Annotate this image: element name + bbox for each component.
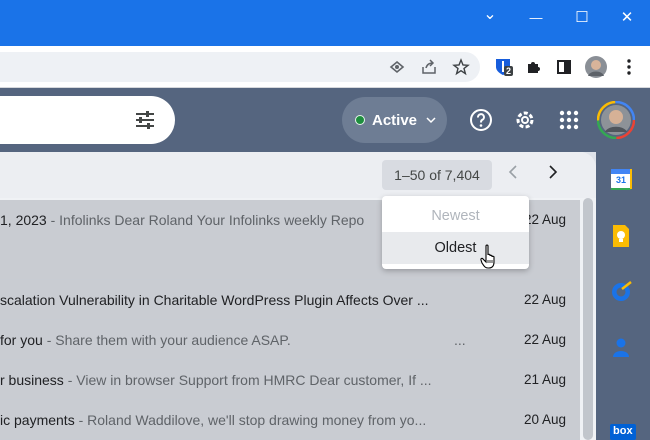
email-snippet: - Roland Waddilove, we'll stop drawing m… [74, 412, 427, 428]
share-icon[interactable] [418, 56, 440, 78]
email-date: 22 Aug [523, 332, 566, 347]
email-row[interactable]: r business - View in browser Support fro… [0, 360, 580, 400]
email-date: 20 Aug [523, 412, 566, 427]
browser-tab-strip [0, 6, 200, 46]
email-subject: 1, 2023 [0, 212, 47, 228]
more-menu-icon[interactable] [618, 56, 640, 78]
bitwarden-extension-icon[interactable]: 2 [492, 56, 514, 78]
close-window-button[interactable]: ✕ [604, 0, 650, 34]
profile-avatar[interactable] [585, 56, 607, 78]
side-panel: 31 box [596, 152, 650, 440]
gmail-header: Active [0, 88, 650, 152]
email-row[interactable]: for you - Share them with your audience … [0, 320, 580, 360]
older-page-button[interactable] [548, 165, 558, 182]
calendar-icon[interactable]: 31 [610, 168, 634, 192]
browser-toolbar: 2 [0, 46, 650, 88]
settings-icon[interactable] [513, 108, 537, 132]
star-icon[interactable] [450, 56, 472, 78]
email-subject: ic payments [0, 412, 75, 428]
email-row[interactable]: scalation Vulnerability in Charitable Wo… [0, 280, 580, 320]
hand-cursor-icon [480, 244, 500, 270]
keep-icon[interactable] [610, 224, 634, 248]
email-date: 22 Aug [523, 292, 566, 307]
email-ellipsis: ... [454, 332, 466, 348]
email-row[interactable]: ic payments - Roland Waddilove, we'll st… [0, 400, 580, 440]
eye-icon[interactable] [386, 56, 408, 78]
calendar-day: 31 [616, 175, 627, 185]
newer-page-button[interactable] [508, 165, 518, 182]
pagination-count-button[interactable]: 1–50 of 7,404 [382, 160, 492, 190]
sidepanel-icon[interactable] [553, 56, 575, 78]
maximize-button[interactable]: ☐ [559, 0, 605, 34]
search-input[interactable] [0, 96, 175, 144]
window-titlebar: ⌄ — ☐ ✕ [0, 0, 650, 46]
box-icon[interactable]: box [610, 424, 636, 440]
email-subject: for you [0, 332, 43, 348]
filter-icon[interactable] [134, 110, 156, 135]
list-toolbar: 1–50 of 7,404 [0, 152, 596, 198]
status-button[interactable]: Active [342, 97, 447, 143]
help-icon[interactable] [469, 108, 493, 132]
extension-badge: 2 [504, 66, 514, 76]
account-avatar[interactable] [596, 100, 636, 140]
status-label: Active [372, 111, 418, 129]
email-snippet: - Infolinks Dear Roland Your Infolinks w… [46, 212, 365, 228]
active-status-dot [355, 115, 365, 125]
tab-search-icon[interactable]: ⌄ [467, 0, 513, 34]
tasks-icon[interactable] [610, 280, 634, 304]
email-snippet: - Share them with your audience ASAP. [42, 332, 291, 348]
apps-grid-icon[interactable] [557, 108, 581, 132]
chevron-down-icon [426, 113, 436, 127]
box-label: box [613, 425, 633, 437]
email-date: 22 Aug [523, 212, 566, 227]
email-snippet: - View in browser Support from HMRC Dear… [63, 372, 432, 388]
extensions-icon[interactable] [522, 56, 544, 78]
menu-item-newest[interactable]: Newest [382, 200, 529, 232]
menu-item-oldest[interactable]: Oldest [382, 232, 529, 264]
email-subject: scalation Vulnerability in Charitable Wo… [0, 292, 429, 308]
email-subject: r business [0, 372, 64, 388]
sort-dropdown-menu: Newest Oldest [382, 196, 529, 269]
contacts-icon[interactable] [610, 336, 634, 360]
minimize-button[interactable]: — [513, 0, 559, 34]
address-bar[interactable] [0, 52, 480, 82]
scrollbar[interactable] [583, 198, 593, 440]
email-date: 21 Aug [523, 372, 566, 387]
